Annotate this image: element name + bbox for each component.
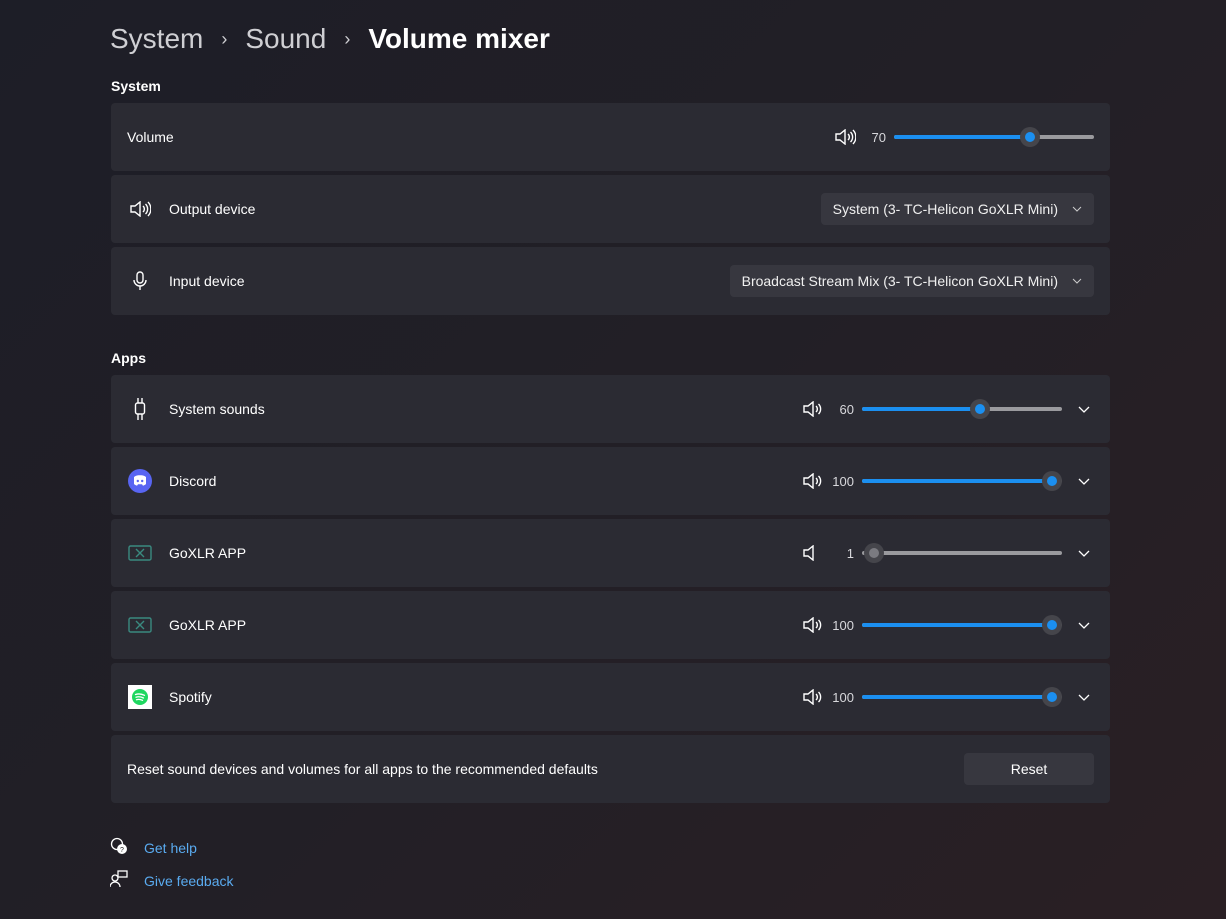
feedback-icon (109, 870, 144, 891)
speaker-icon (127, 197, 153, 221)
input-device-label: Input device (169, 273, 245, 289)
reset-button[interactable]: Reset (964, 753, 1094, 785)
reset-row: Reset sound devices and volumes for all … (111, 735, 1110, 803)
volume-label: Volume (127, 129, 174, 145)
chevron-right-icon: › (344, 28, 351, 49)
output-device-label: Output device (169, 201, 256, 217)
section-system-heading: System (111, 78, 161, 94)
app-volume-value: 1 (846, 545, 854, 561)
app-row: GoXLR APP 100 (111, 591, 1110, 659)
speaker-icon[interactable] (802, 617, 824, 633)
chevron-right-icon: › (221, 28, 228, 49)
speaker-icon[interactable] (834, 129, 856, 145)
input-device-dropdown[interactable]: Broadcast Stream Mix (3- TC-Helicon GoXL… (729, 265, 1094, 297)
breadcrumb-system[interactable]: System (110, 23, 203, 55)
app-volume-slider[interactable] (862, 399, 1062, 419)
app-row: Spotify 100 (111, 663, 1110, 731)
output-device-dropdown[interactable]: System (3- TC-Helicon GoXLR Mini) (820, 193, 1094, 225)
chevron-down-icon[interactable] (1074, 406, 1094, 413)
speaker-icon[interactable] (802, 689, 824, 705)
slider-thumb[interactable] (1042, 471, 1062, 491)
help-icon: ? (110, 837, 144, 858)
goxlr-icon (127, 541, 153, 565)
goxlr-icon (127, 613, 153, 637)
slider-thumb[interactable] (1042, 615, 1062, 635)
app-row: GoXLR APP 1 (111, 519, 1110, 587)
give-feedback-label[interactable]: Give feedback (144, 873, 234, 889)
speaker-icon[interactable] (802, 473, 824, 489)
chevron-down-icon (1072, 278, 1082, 284)
slider-thumb[interactable] (863, 543, 884, 563)
app-row: System sounds 60 (111, 375, 1110, 443)
app-volume-slider[interactable] (862, 471, 1062, 491)
chevron-down-icon[interactable] (1074, 694, 1094, 701)
app-volume-slider[interactable] (862, 543, 1062, 563)
chevron-down-icon[interactable] (1074, 622, 1094, 629)
app-name: Spotify (169, 689, 212, 705)
breadcrumb-sound[interactable]: Sound (245, 23, 326, 55)
section-apps-heading: Apps (111, 350, 146, 366)
app-volume-value: 100 (832, 689, 854, 705)
give-feedback-link[interactable]: Give feedback (109, 870, 234, 891)
reset-description: Reset sound devices and volumes for all … (127, 761, 598, 777)
chevron-down-icon[interactable] (1074, 478, 1094, 485)
app-volume-slider[interactable] (862, 615, 1062, 635)
discord-icon (127, 469, 153, 493)
volume-slider[interactable] (894, 127, 1094, 147)
app-name: GoXLR APP (169, 545, 247, 561)
output-device-value: System (3- TC-Helicon GoXLR Mini) (832, 201, 1058, 217)
plug-icon (127, 397, 153, 421)
app-volume-slider[interactable] (862, 687, 1062, 707)
system-volume-row: Volume 70 (111, 103, 1110, 171)
page-title: Volume mixer (368, 23, 550, 54)
spotify-icon (127, 685, 153, 709)
app-name: System sounds (169, 401, 265, 417)
speaker-icon[interactable] (802, 401, 824, 417)
breadcrumb: System › Sound › Volume mixer (110, 20, 550, 58)
app-name: GoXLR APP (169, 617, 247, 633)
chevron-down-icon (1072, 206, 1082, 212)
input-device-row: Input device Broadcast Stream Mix (3- TC… (111, 247, 1110, 315)
chevron-down-icon[interactable] (1074, 550, 1094, 557)
get-help-label[interactable]: Get help (144, 840, 197, 856)
app-volume-value: 100 (832, 473, 854, 489)
slider-thumb[interactable] (1042, 687, 1062, 707)
app-name: Discord (169, 473, 217, 489)
svg-text:?: ? (120, 847, 124, 854)
speaker-icon[interactable] (802, 545, 824, 561)
app-row: Discord 100 (111, 447, 1110, 515)
app-volume-value: 100 (832, 617, 854, 633)
volume-value: 70 (871, 129, 886, 145)
slider-thumb[interactable] (1020, 127, 1040, 147)
input-device-value: Broadcast Stream Mix (3- TC-Helicon GoXL… (741, 273, 1058, 289)
microphone-icon (127, 269, 153, 293)
output-device-row: Output device System (3- TC-Helicon GoXL… (111, 175, 1110, 243)
get-help-link[interactable]: ? Get help (110, 837, 197, 858)
app-volume-value: 60 (839, 401, 854, 417)
slider-thumb[interactable] (970, 399, 990, 419)
